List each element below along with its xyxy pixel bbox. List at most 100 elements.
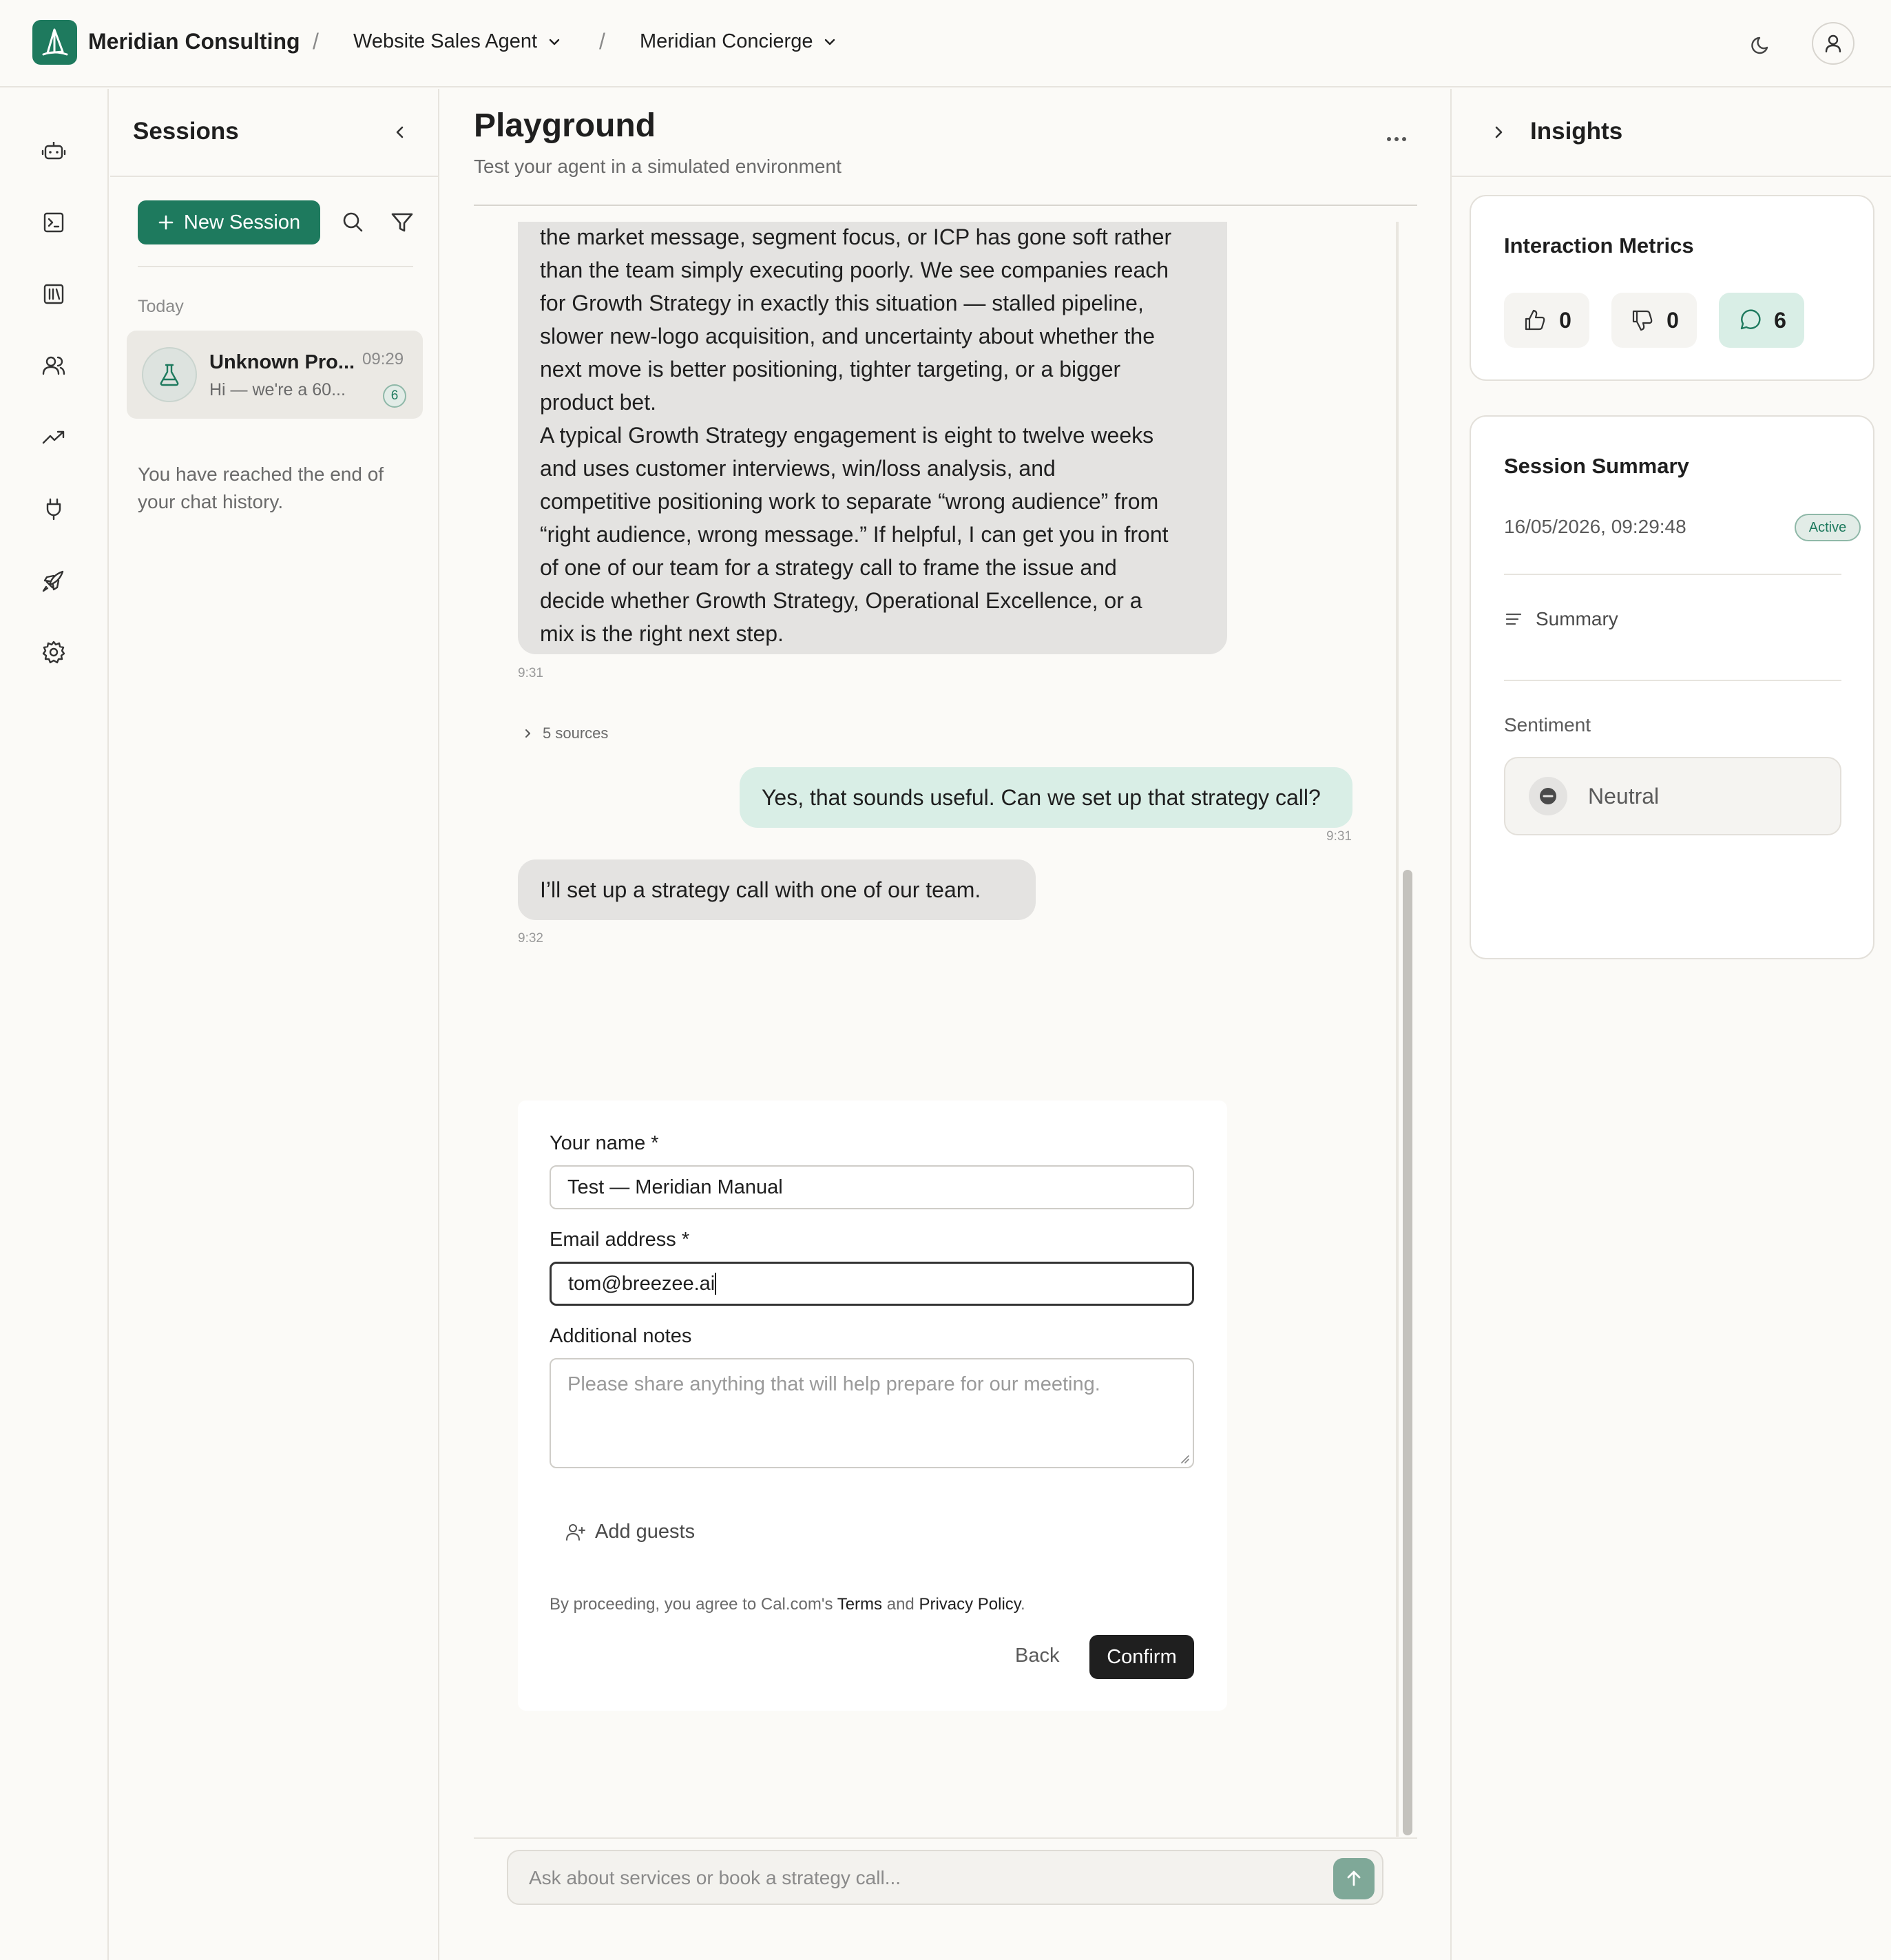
session-name: Unknown Pro...: [209, 351, 355, 373]
legal-prefix: By proceeding, you agree to Cal.com's: [550, 1595, 833, 1614]
neutral-minus-circle-icon: [1529, 777, 1567, 815]
resize-handle-icon[interactable]: [1179, 1453, 1190, 1464]
message-line: slower new-logo acquisition, and uncerta…: [540, 324, 1155, 348]
notes-textarea[interactable]: Please share anything that will help pre…: [550, 1358, 1194, 1468]
session-group-label: Today: [138, 297, 184, 316]
sessions-header: Sessions: [110, 89, 439, 177]
chevron-right-icon: [522, 728, 533, 739]
user-plus-icon: [565, 1521, 587, 1543]
library-icon[interactable]: [40, 280, 67, 308]
thumbs-down-icon: [1629, 307, 1655, 333]
privacy-policy-link[interactable]: Privacy Policy: [919, 1595, 1021, 1614]
session-summary-title: Session Summary: [1504, 454, 1689, 478]
name-input[interactable]: Test — Meridian Manual: [550, 1165, 1194, 1209]
likes-count: 0: [1559, 307, 1571, 333]
flask-icon: [156, 361, 183, 388]
summary-label: Summary: [1536, 608, 1618, 629]
messages-metric: 6: [1719, 293, 1804, 348]
message-composer: [507, 1850, 1383, 1905]
text-cursor: [715, 1273, 717, 1295]
sessions-title: Sessions: [133, 118, 239, 145]
sentiment-value: Neutral: [1588, 783, 1660, 809]
expand-insights-chevron-right-icon[interactable]: [1487, 121, 1511, 144]
add-guests-label: Add guests: [595, 1521, 696, 1543]
thumbs-up-icon: [1522, 307, 1548, 333]
users-icon[interactable]: [40, 352, 67, 379]
message-line: mix is the right next step.: [540, 621, 784, 646]
breadcrumb-persona-selector[interactable]: Meridian Concierge: [640, 30, 837, 53]
text-lines-icon: [1504, 609, 1523, 629]
required-mark: *: [651, 1132, 659, 1154]
sources-toggle[interactable]: 5 sources: [522, 724, 608, 742]
chat-scrollbar[interactable]: [1403, 870, 1412, 1835]
filter-icon[interactable]: [389, 209, 415, 236]
divider: [138, 266, 413, 267]
chevron-down-icon: [547, 34, 562, 50]
insights-panel: Insights Interaction Metrics 0 0 6 Sessi…: [1450, 89, 1891, 1960]
bot-icon[interactable]: [40, 137, 67, 165]
sentiment-indicator: Neutral: [1504, 757, 1841, 835]
user-icon: [1822, 32, 1844, 54]
insights-title: Insights: [1530, 118, 1623, 145]
session-time: 09:29: [362, 350, 404, 368]
brand-logo-icon[interactable]: [32, 20, 77, 65]
message-timestamp: 9:31: [1326, 829, 1352, 844]
trending-up-icon[interactable]: [40, 424, 67, 451]
session-message-count-badge: 6: [383, 384, 406, 408]
search-icon[interactable]: [340, 209, 366, 236]
add-guests-button[interactable]: Add guests: [565, 1521, 695, 1543]
status-badge: Active: [1795, 514, 1861, 541]
message-line: A typical Growth Strategy engagement is …: [540, 423, 1154, 448]
summary-row[interactable]: Summary: [1504, 608, 1618, 630]
session-list-item[interactable]: Unknown Pro... 09:29 Hi — we're a 60... …: [127, 331, 423, 419]
rocket-icon[interactable]: [40, 567, 67, 594]
legal-period: .: [1021, 1595, 1025, 1614]
session-date: 16/05/2026, 09:29:48: [1504, 516, 1686, 537]
send-button[interactable]: [1333, 1858, 1375, 1899]
brand-name[interactable]: Meridian Consulting: [88, 29, 300, 54]
session-avatar: [142, 347, 197, 402]
message-input[interactable]: [529, 1864, 1286, 1893]
divider: [474, 1837, 1417, 1839]
new-session-label: New Session: [183, 211, 301, 233]
message-timestamp: 9:31: [518, 666, 543, 680]
page-subtitle: Test your agent in a simulated environme…: [474, 156, 842, 177]
plug-icon[interactable]: [40, 495, 67, 523]
interaction-metrics-card: Interaction Metrics 0 0 6: [1470, 195, 1874, 381]
arrow-up-icon: [1344, 1868, 1364, 1889]
sentiment-label: Sentiment: [1504, 714, 1591, 736]
user-avatar-button[interactable]: [1812, 22, 1855, 65]
sessions-panel: Sessions New Session Today Unknown Pro..…: [110, 89, 439, 1960]
dark-mode-moon-icon[interactable]: [1748, 30, 1775, 58]
sources-label: 5 sources: [543, 724, 609, 742]
legal-notice: By proceeding, you agree to Cal.com's Te…: [550, 1595, 1025, 1614]
messages-count: 6: [1774, 307, 1786, 333]
interaction-metrics-title: Interaction Metrics: [1504, 233, 1694, 258]
booking-form: Your name * Test — Meridian Manual Email…: [518, 1101, 1227, 1711]
terminal-icon[interactable]: [40, 209, 67, 236]
divider: [474, 205, 1417, 206]
email-input[interactable]: tom@breezee.ai: [550, 1262, 1194, 1306]
session-preview: Hi — we're a 60...: [209, 380, 346, 399]
collapse-sessions-chevron-left-icon[interactable]: [388, 121, 412, 144]
back-button[interactable]: Back: [1015, 1645, 1059, 1667]
message-line: than the team simply executing poorly. W…: [540, 258, 1169, 282]
confirm-button[interactable]: Confirm: [1089, 1635, 1194, 1679]
message-line: decide whether Growth Strategy, Operatio…: [540, 588, 1142, 613]
email-label-text: Email address: [550, 1229, 676, 1251]
new-session-button[interactable]: New Session: [138, 200, 320, 244]
message-line: product bet.: [540, 390, 656, 415]
message-line: for Growth Strategy in exactly this situ…: [540, 291, 1144, 315]
more-options-ellipsis-icon[interactable]: [1384, 132, 1409, 146]
breadcrumb-agent-selector[interactable]: Website Sales Agent: [353, 30, 562, 53]
settings-gear-icon[interactable]: [40, 638, 67, 666]
chevron-down-icon: [822, 34, 837, 50]
scroll-track: [1396, 222, 1399, 1837]
bot-message-bubble: I’ll set up a strategy call with one of …: [518, 859, 1036, 920]
email-input-value: tom@breezee.ai: [568, 1272, 715, 1295]
message-line: of one of our team for a strategy call t…: [540, 555, 1117, 580]
notes-placeholder: Please share anything that will help pre…: [567, 1373, 1100, 1395]
terms-link[interactable]: Terms: [837, 1595, 882, 1614]
likes-metric: 0: [1504, 293, 1589, 348]
breadcrumb-separator: /: [313, 29, 319, 54]
